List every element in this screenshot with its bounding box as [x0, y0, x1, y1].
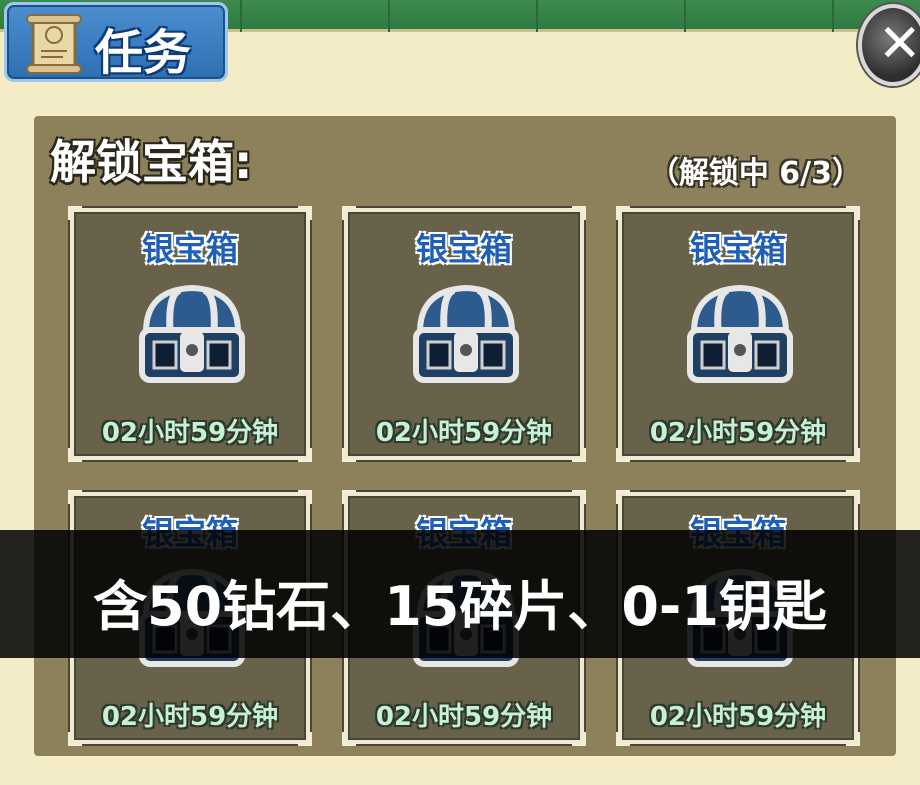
card-corner — [616, 206, 630, 220]
card-corner — [616, 490, 630, 504]
card-corner — [298, 448, 312, 462]
chest-timer: 02小时59分钟 — [375, 702, 553, 732]
chest-card[interactable]: 银宝箱 02小时59分钟 — [68, 206, 312, 462]
silver-chest-icon — [139, 284, 245, 383]
chest-name: 银宝箱 — [415, 230, 512, 268]
card-corner — [846, 732, 860, 746]
top-bar-divider — [832, 0, 834, 32]
chest-timer: 02小时59分钟 — [101, 418, 279, 448]
panel-title: 解锁宝箱: — [50, 135, 253, 189]
close-button[interactable]: ✕ — [858, 4, 920, 86]
card-corner — [68, 206, 82, 220]
card-corner — [68, 732, 82, 746]
card-corner — [846, 490, 860, 504]
subtitle-caption: 含50钻石、15碎片、0-1钥匙 — [93, 575, 827, 638]
card-corner — [298, 206, 312, 220]
card-corner — [572, 732, 586, 746]
tab-title: 任务 — [95, 25, 192, 81]
card-corner — [846, 448, 860, 462]
card-corner — [342, 490, 356, 504]
chest-name: 银宝箱 — [689, 230, 786, 268]
card-corner — [616, 732, 630, 746]
top-bar-divider — [240, 0, 242, 32]
chest-card[interactable]: 银宝箱 02小时59分钟 — [616, 206, 860, 462]
card-corner — [572, 490, 586, 504]
close-icon: ✕ — [878, 14, 920, 74]
chest-timer: 02小时59分钟 — [649, 418, 827, 448]
card-corner — [342, 206, 356, 220]
card-corner — [298, 732, 312, 746]
unlock-status: （解锁中 6/3） — [648, 156, 862, 191]
scroll-icon — [26, 14, 82, 74]
card-corner — [572, 448, 586, 462]
card-corner — [342, 732, 356, 746]
chest-name: 银宝箱 — [141, 230, 238, 268]
silver-chest-icon — [687, 284, 793, 383]
chest-card[interactable]: 银宝箱 02小时59分钟 — [342, 206, 586, 462]
chest-timer: 02小时59分钟 — [375, 418, 553, 448]
card-corner — [342, 448, 356, 462]
card-corner — [572, 206, 586, 220]
tab-tasks[interactable]: 任务 — [4, 2, 228, 82]
top-bar-divider — [684, 0, 686, 32]
silver-chest-icon — [413, 284, 519, 383]
card-corner — [298, 490, 312, 504]
chest-timer: 02小时59分钟 — [649, 702, 827, 732]
top-bar-divider — [388, 0, 390, 32]
top-bar-divider — [536, 0, 538, 32]
card-corner — [616, 448, 630, 462]
card-corner — [68, 490, 82, 504]
card-corner — [68, 448, 82, 462]
chest-timer: 02小时59分钟 — [101, 702, 279, 732]
card-corner — [846, 206, 860, 220]
